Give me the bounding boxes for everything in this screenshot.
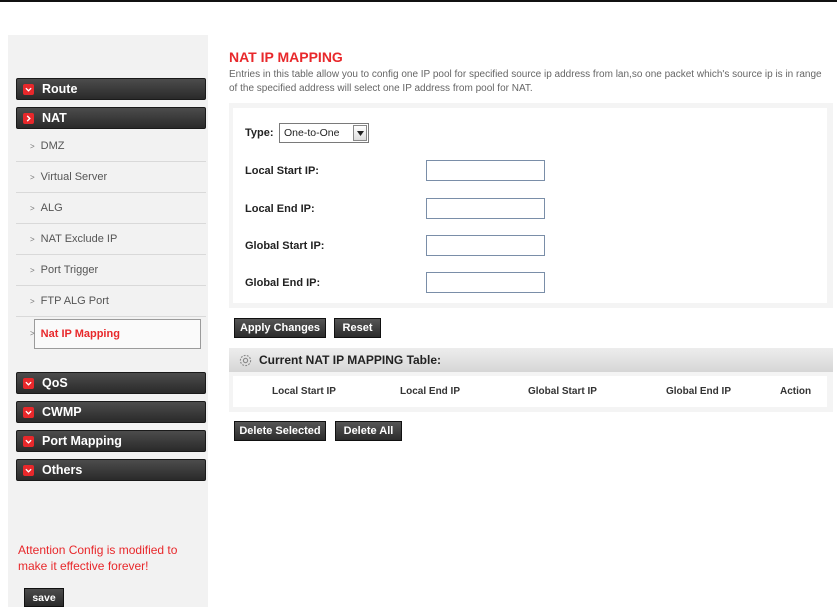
sidebar-item-label: Port Trigger <box>40 264 99 276</box>
sidebar-item-label: FTP ALG Port <box>40 295 109 307</box>
chevron-down-icon <box>23 464 34 476</box>
type-select-value: One-to-One <box>284 127 340 139</box>
arrow-right-icon: > <box>30 329 35 338</box>
reset-button[interactable]: Reset <box>334 318 381 338</box>
global-end-ip-label: Global End IP: <box>245 277 321 289</box>
local-end-ip-input[interactable] <box>426 198 545 219</box>
sidebar-item-ftp-alg-port[interactable]: > FTP ALG Port <box>16 286 206 317</box>
chevron-down-icon <box>23 406 34 418</box>
local-start-ip-label: Local Start IP: <box>245 165 319 177</box>
menu-route-label: Route <box>42 82 78 96</box>
sidebar-item-nat-ip-mapping[interactable]: > Nat IP Mapping <box>16 318 206 349</box>
page-title: NAT IP MAPPING <box>229 49 343 65</box>
type-select[interactable]: One-to-One <box>279 123 369 143</box>
sidebar-item-dmz[interactable]: > DMZ <box>16 131 206 162</box>
local-start-ip-input[interactable] <box>426 160 545 181</box>
global-start-ip-label: Global Start IP: <box>245 240 325 252</box>
attention-message: Attention Config is modified to make it … <box>18 543 178 573</box>
arrow-right-icon: > <box>30 234 35 244</box>
chevron-down-icon <box>23 435 34 447</box>
sidebar-item-label: Nat IP Mapping <box>40 327 120 340</box>
menu-others-label: Others <box>42 463 83 477</box>
global-start-ip-input[interactable] <box>426 235 545 256</box>
arrow-right-icon: > <box>30 203 35 213</box>
sidebar-item-label: Virtual Server <box>40 171 108 183</box>
sidebar-item-nat-exclude-ip[interactable]: > NAT Exclude IP <box>16 224 206 255</box>
gear-icon <box>239 354 252 366</box>
menu-port-mapping[interactable]: Port Mapping <box>16 430 206 452</box>
arrow-right-icon: > <box>30 265 35 275</box>
type-label: Type: <box>245 127 274 139</box>
sidebar: Route NAT > DMZ > Virtual Server > ALG >… <box>8 35 208 607</box>
apply-changes-button[interactable]: Apply Changes <box>234 318 326 338</box>
delete-all-button[interactable]: Delete All <box>335 421 402 441</box>
menu-nat[interactable]: NAT <box>16 107 206 129</box>
sidebar-item-alg[interactable]: > ALG <box>16 193 206 224</box>
column-header-global-end-ip: Global End IP <box>666 386 732 397</box>
menu-cwmp-label: CWMP <box>42 405 82 419</box>
table-title: Current NAT IP MAPPING Table: <box>259 353 442 367</box>
column-header-local-start-ip: Local Start IP <box>272 386 336 397</box>
menu-nat-label: NAT <box>42 111 67 125</box>
menu-qos-label: QoS <box>42 376 68 390</box>
menu-qos[interactable]: QoS <box>16 372 206 394</box>
chevron-right-icon <box>23 112 34 124</box>
sidebar-item-virtual-server[interactable]: > Virtual Server <box>16 162 206 193</box>
dropdown-arrow-icon[interactable] <box>353 125 367 141</box>
column-header-action: Action <box>780 386 812 397</box>
global-end-ip-input[interactable] <box>426 272 545 293</box>
menu-route[interactable]: Route <box>16 78 206 100</box>
local-end-ip-label: Local End IP: <box>245 203 315 215</box>
sidebar-item-label: NAT Exclude IP <box>40 233 118 245</box>
arrow-right-icon: > <box>30 296 35 306</box>
menu-cwmp[interactable]: CWMP <box>16 401 206 423</box>
sidebar-item-port-trigger[interactable]: > Port Trigger <box>16 255 206 286</box>
menu-others[interactable]: Others <box>16 459 206 481</box>
sidebar-item-label: ALG <box>40 202 63 214</box>
column-header-local-end-ip: Local End IP <box>400 386 461 397</box>
delete-selected-button[interactable]: Delete Selected <box>234 421 326 441</box>
top-border-line <box>0 0 837 2</box>
column-header-global-start-ip: Global Start IP <box>528 386 597 397</box>
save-button[interactable]: save <box>24 588 64 607</box>
chevron-down-icon <box>23 377 34 389</box>
table-header-bar: Current NAT IP MAPPING Table: <box>229 348 833 372</box>
chevron-down-icon <box>23 83 34 95</box>
page-description: Entries in this table allow you to confi… <box>229 69 822 94</box>
arrow-right-icon: > <box>30 172 35 182</box>
arrow-right-icon: > <box>30 141 35 151</box>
sidebar-item-label: DMZ <box>40 140 65 152</box>
menu-port-mapping-label: Port Mapping <box>42 434 122 448</box>
